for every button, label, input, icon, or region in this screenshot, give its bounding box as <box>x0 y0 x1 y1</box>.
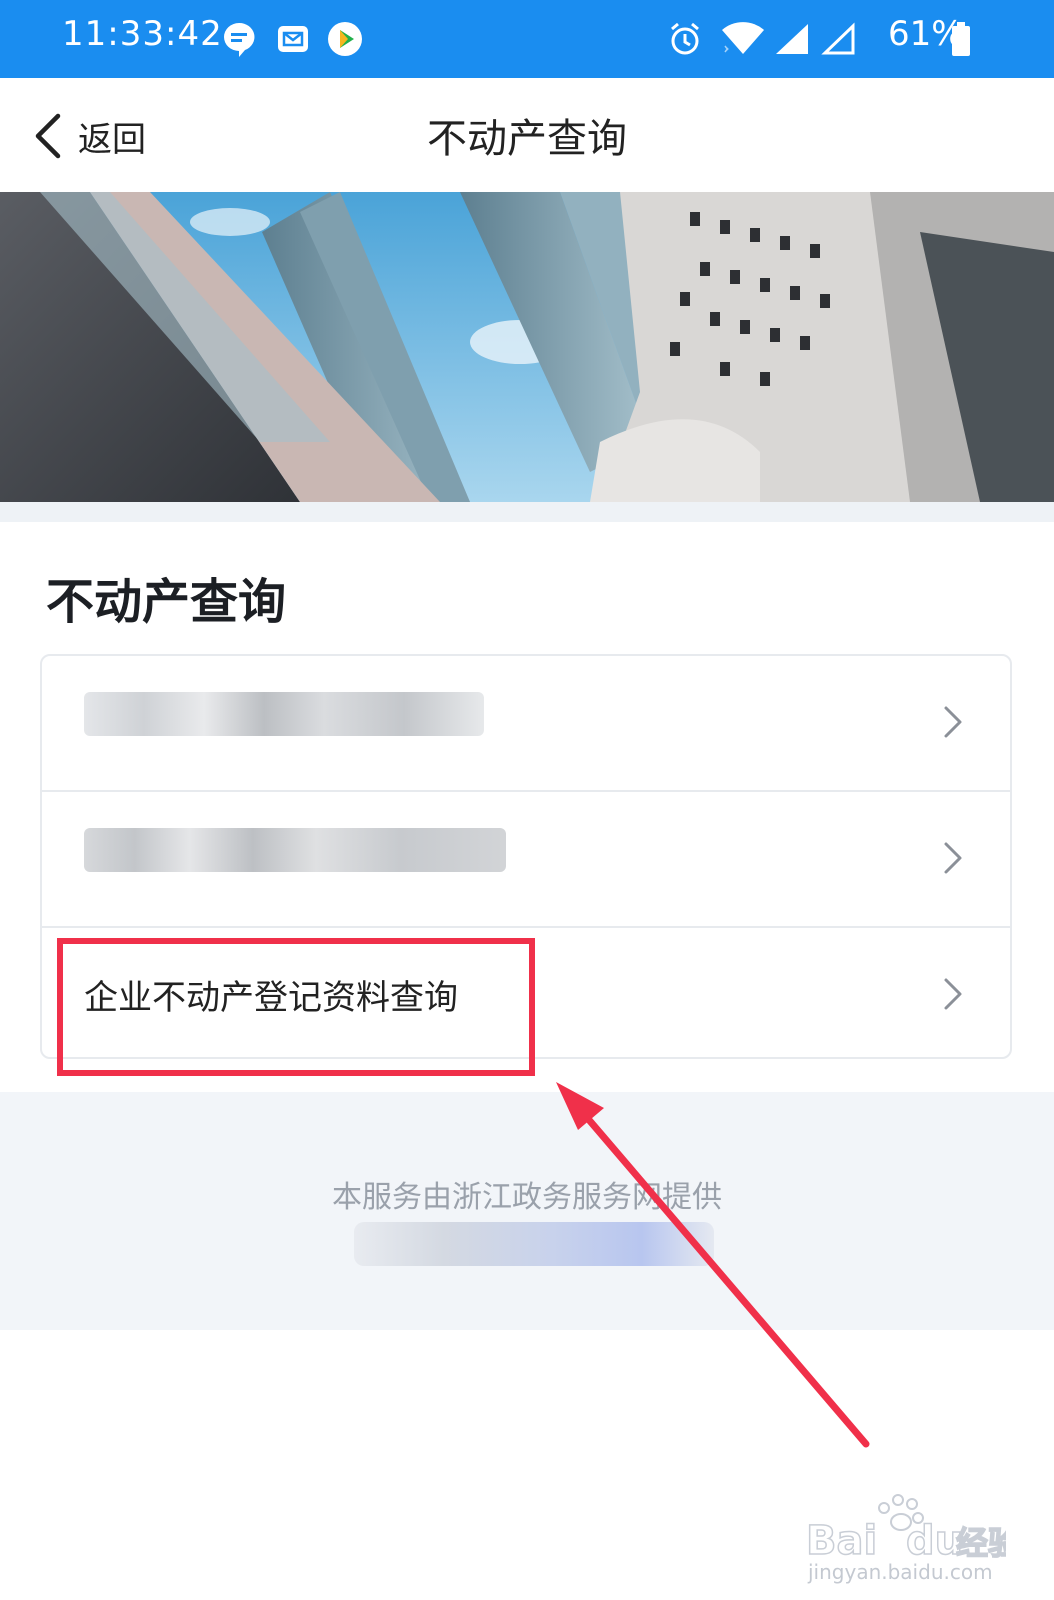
section-title: 不动产查询 <box>46 574 287 630</box>
wifi-icon <box>722 22 764 54</box>
chevron-right-icon <box>944 706 962 738</box>
mail-icon <box>278 26 308 52</box>
chevron-right-icon <box>944 842 962 874</box>
battery-icon <box>952 22 970 56</box>
svg-text:经验: 经验 <box>956 1524 1006 1562</box>
status-bar: 11:33:42 61% <box>0 0 1054 78</box>
signal-icon <box>776 24 808 54</box>
svg-text:du: du <box>906 1518 963 1564</box>
redacted-label <box>84 692 484 736</box>
nav-bar: 返回 不动产查询 <box>0 78 1054 192</box>
footer: 本服务由浙江政务服务网提供 <box>0 1092 1054 1330</box>
watermark-url: jingyan.baidu.com <box>808 1560 993 1584</box>
list-item-label: 企业不动产登记资料查询 <box>84 978 458 1018</box>
play-icon <box>328 22 362 56</box>
alarm-icon <box>671 22 699 55</box>
query-list: 企业不动产登记资料查询 <box>40 654 1012 1059</box>
chevron-right-icon <box>944 978 962 1010</box>
status-time: 11:33:42 <box>62 14 223 54</box>
page-title: 不动产查询 <box>427 116 627 162</box>
footer-provider-text: 本服务由浙江政务服务网提供 <box>332 1180 722 1215</box>
banner-image <box>0 192 1054 502</box>
redacted-label <box>84 828 506 872</box>
list-item-enterprise-query[interactable]: 企业不动产登记资料查询 <box>42 928 1010 1062</box>
list-item[interactable] <box>42 656 1010 790</box>
svg-text:Bai: Bai <box>806 1518 877 1564</box>
list-item[interactable] <box>42 792 1010 926</box>
chat-icon <box>224 22 255 57</box>
banner-separator <box>0 502 1054 522</box>
signal-empty-icon <box>821 22 855 55</box>
redacted-footer-link <box>354 1222 714 1266</box>
